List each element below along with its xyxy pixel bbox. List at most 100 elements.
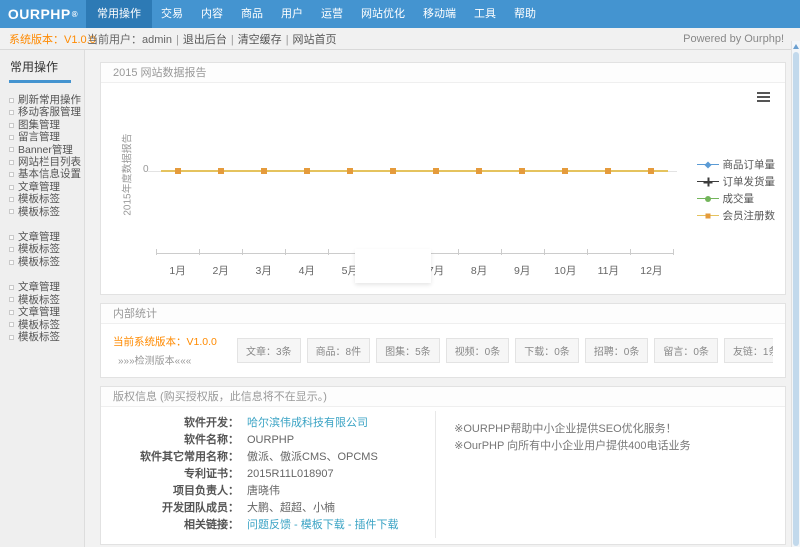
data-point-marker xyxy=(562,168,568,174)
nav-item-content[interactable]: 内容 xyxy=(192,0,232,28)
legend-item-member-registrations[interactable]: 会员注册数 xyxy=(697,208,776,223)
user-info: 当前用户：admin | 退出后台 | 清空缓存 | 网站首页 xyxy=(87,31,683,47)
sidebar-group-1: 刷新常用操作 移动客服管理 图集管理 留言管理 Banner管理 网站栏目列表 … xyxy=(9,94,84,218)
bullet-icon xyxy=(9,185,14,190)
bullet-icon xyxy=(9,135,14,140)
sidebar-item-banner[interactable]: Banner管理 xyxy=(9,144,84,156)
stats-body: 当前系统版本：V1.0.0 »»»检测版本««« 文章：3条 商品：8件 图集：… xyxy=(101,324,785,377)
developer-link[interactable]: 哈尔滨伟成科技有限公司 xyxy=(247,415,368,432)
sidebar-item-site-columns[interactable]: 网站栏目列表 xyxy=(9,156,84,168)
y-axis-title: 2015年度数据报告 xyxy=(119,100,134,250)
stats-panel-header: 内部统计 xyxy=(101,304,785,324)
nav-item-tools[interactable]: 工具 xyxy=(465,0,505,28)
scrollbar-thumb[interactable] xyxy=(793,52,799,546)
version-block: 当前系统版本：V1.0.0 »»»检测版本««« xyxy=(113,334,237,367)
bullet-icon xyxy=(9,209,14,214)
check-version-link[interactable]: »»»检测版本««« xyxy=(113,352,237,367)
stats-panel: 内部统计 当前系统版本：V1.0.0 »»»检测版本««« 文章：3条 商品：8… xyxy=(100,303,786,378)
bullet-icon xyxy=(9,335,14,340)
sidebar-item-articles[interactable]: 文章管理 xyxy=(9,306,84,318)
current-user: 当前用户：admin xyxy=(87,34,172,46)
legend-item-product-orders[interactable]: 商品订单量 xyxy=(697,157,776,172)
data-point-marker xyxy=(175,168,181,174)
nav-item-operations[interactable]: 运营 xyxy=(312,0,352,28)
system-version: 系统版本：V1.0.0 xyxy=(9,31,87,47)
stat-downloads: 下载：0条 xyxy=(515,338,579,363)
status-bar: 系统版本：V1.0.0 当前用户：admin|退出后台|清空缓存|网站首页 Po… xyxy=(0,28,800,50)
nav-item-users[interactable]: 用户 xyxy=(272,0,312,28)
sidebar-item-template-tags[interactable]: 模板标签 xyxy=(9,243,84,255)
nav-item-mobile[interactable]: 移动端 xyxy=(414,0,465,28)
legend-square-marker-icon xyxy=(697,211,719,220)
bullet-icon xyxy=(9,322,14,327)
stat-messages: 留言：0条 xyxy=(654,338,718,363)
sidebar-item-articles[interactable]: 文章管理 xyxy=(9,231,84,243)
data-point-marker xyxy=(476,168,482,174)
nav-item-seo[interactable]: 网站优化 xyxy=(352,0,414,28)
sidebar-item-mobile-service[interactable]: 移动客服管理 xyxy=(9,106,84,118)
x-tick-aug: 8月 xyxy=(458,263,501,278)
current-version-text: 当前系统版本：V1.0.0 xyxy=(113,334,237,349)
chart-legend: 商品订单量 订单发货量 成交量 会员注册数 xyxy=(697,157,776,225)
chart-export-menu-icon[interactable] xyxy=(757,92,770,104)
sidebar-item-gallery[interactable]: 图集管理 xyxy=(9,119,84,131)
info-row-software-name: 软件名称：OURPHP xyxy=(101,432,435,449)
bullet-icon xyxy=(9,247,14,252)
stat-articles: 文章：3条 xyxy=(237,338,301,363)
bullet-icon xyxy=(9,285,14,290)
sidebar-item-messages[interactable]: 留言管理 xyxy=(9,131,84,143)
site-home-link[interactable]: 网站首页 xyxy=(293,34,337,46)
vertical-scrollbar[interactable] xyxy=(791,41,800,547)
copyright-panel: 版权信息 (购买授权版，此信息将不在显示。) 软件开发：哈尔滨伟成科技有限公司 … xyxy=(100,386,786,545)
software-info-list: 软件开发：哈尔滨伟成科技有限公司 软件名称：OURPHP 软件其它常用名称：傲派… xyxy=(101,411,436,538)
legend-cross-marker-icon xyxy=(697,177,719,186)
nav-item-trade[interactable]: 交易 xyxy=(152,0,192,28)
separator: | xyxy=(231,34,234,46)
clear-cache-link[interactable]: 清空缓存 xyxy=(238,34,282,46)
sidebar-item-template-tags[interactable]: 模板标签 xyxy=(9,193,84,205)
stat-products: 商品：8件 xyxy=(307,338,371,363)
sidebar-item-template-tags[interactable]: 模板标签 xyxy=(9,294,84,306)
stat-videos: 视频：0条 xyxy=(446,338,510,363)
separator: | xyxy=(286,34,289,46)
x-tick-dec: 12月 xyxy=(630,263,673,278)
sidebar-item-articles[interactable]: 文章管理 xyxy=(9,281,84,293)
sidebar-title-underline xyxy=(9,80,71,83)
legend-circle-marker-icon xyxy=(697,194,719,203)
sidebar-item-basic-info[interactable]: 基本信息设置 xyxy=(9,168,84,180)
info-row-patent: 专利证书：2015R11L018907 xyxy=(101,466,435,483)
scroll-up-arrow-icon[interactable] xyxy=(792,41,800,51)
sidebar-item-refresh-common-ops[interactable]: 刷新常用操作 xyxy=(9,94,84,106)
x-tick-jan: 1月 xyxy=(156,263,199,278)
copyright-body: 软件开发：哈尔滨伟成科技有限公司 软件名称：OURPHP 软件其它常用名称：傲派… xyxy=(101,407,785,544)
registered-mark: ® xyxy=(72,10,78,19)
sidebar-item-template-tags[interactable]: 模板标签 xyxy=(9,206,84,218)
legend-item-transactions[interactable]: 成交量 xyxy=(697,191,776,206)
announcement-seo: ※OURPHP帮助中小企业提供SEO优化服务！ xyxy=(454,421,785,438)
bullet-icon xyxy=(9,297,14,302)
data-point-marker xyxy=(261,168,267,174)
info-row-project-leader: 项目负责人：唐晓伟 xyxy=(101,483,435,500)
nav-item-help[interactable]: 帮助 xyxy=(505,0,545,28)
logout-link[interactable]: 退出后台 xyxy=(183,34,227,46)
legend-item-order-shipments[interactable]: 订单发货量 xyxy=(697,174,776,189)
nav-item-products[interactable]: 商品 xyxy=(232,0,272,28)
sidebar-item-articles[interactable]: 文章管理 xyxy=(9,181,84,193)
bullet-icon xyxy=(9,235,14,240)
data-point-marker xyxy=(390,168,396,174)
sidebar-item-template-tags[interactable]: 模板标签 xyxy=(9,256,84,268)
top-nav-bar: OURPHP® 常用操作 交易 内容 商品 用户 运营 网站优化 移动端 工具 … xyxy=(0,0,800,28)
nav-item-common-ops[interactable]: 常用操作 xyxy=(86,0,152,28)
chart-panel: 2015 网站数据报告 2015年度数据报告 0 1月 2月 3月 4月 xyxy=(100,62,786,295)
sidebar-item-template-tags[interactable]: 模板标签 xyxy=(9,331,84,343)
related-links[interactable]: 问题反馈 - 模板下载 - 插件下载 xyxy=(247,517,399,534)
x-tick-apr: 4月 xyxy=(285,263,328,278)
sidebar-title: 常用操作 xyxy=(10,58,84,75)
sidebar-item-template-tags[interactable]: 模板标签 xyxy=(9,319,84,331)
data-point-marker xyxy=(347,168,353,174)
separator: | xyxy=(176,34,179,46)
bullet-icon xyxy=(9,147,14,152)
sidebar-group-2: 文章管理 模板标签 模板标签 xyxy=(9,231,84,268)
copyright-panel-title: 版权信息 (购买授权版，此信息将不在显示。) xyxy=(113,391,327,403)
copyright-panel-header: 版权信息 (购买授权版，此信息将不在显示。) xyxy=(101,387,785,407)
